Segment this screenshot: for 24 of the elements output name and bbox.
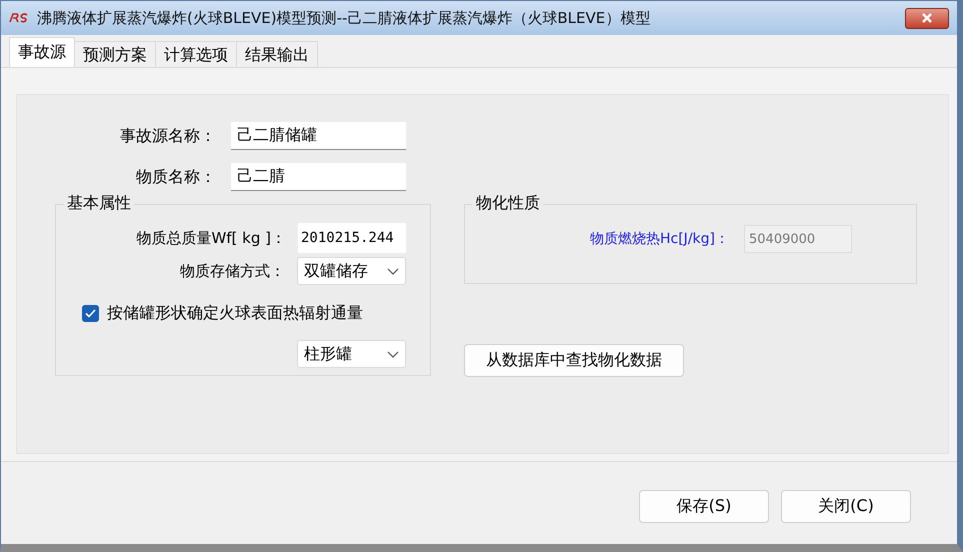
text-field[interactable]: 己二腈 [231,163,406,191]
text-field[interactable]: 己二腈储罐 [231,122,406,150]
window-title: 沸腾液体扩展蒸汽爆炸(火球BLEVE)模型预测--己二腈液体扩展蒸汽爆炸（火球BLEVE）模型 [37,8,652,28]
dropdown[interactable]: 柱形罐 [297,340,406,368]
checkbox[interactable] [82,305,99,322]
text-field[interactable]: 2010215.244 [298,223,406,253]
field-label: 事故源名称： [119,126,216,146]
tab[interactable]: 事故源 [9,37,75,67]
app-logo-icon [9,13,29,23]
close-button[interactable] [905,8,949,28]
field-label: 物质名称： [135,166,216,188]
field-label: 物质燃烧热Hc[J/kg]： [590,230,729,248]
dropdown[interactable]: 双罐储存 [297,257,406,285]
tab[interactable]: 结果输出 [236,41,318,67]
dropdown-caret-icon [387,350,399,358]
lookup-button[interactable]: 从数据库中查找物化数据 [464,344,684,377]
close-icon [921,13,933,23]
dialog-button[interactable]: 关闭(C) [781,490,911,523]
dropdown-caret-icon [387,268,399,274]
field-label: 物质存储方式： [180,262,285,280]
checkbox-label: 按储罐形状确定火球表面热辐射通量 [107,303,363,324]
check-icon [85,309,96,318]
dialog-button[interactable]: 保存(S) [639,490,769,523]
field-label: 物质总质量Wf[ kg ]： [136,228,286,248]
